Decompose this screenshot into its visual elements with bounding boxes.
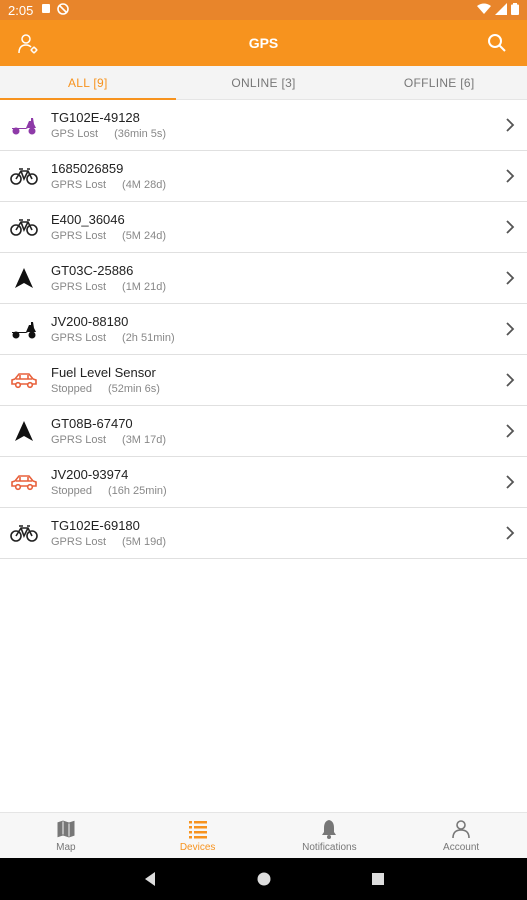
device-status: GPRS Lost (5M 24d) [51, 230, 527, 242]
navigation-arrow-icon [10, 417, 38, 445]
back-icon[interactable] [142, 871, 158, 887]
status-duration: (5M 24d) [122, 230, 167, 242]
chevron-right-icon [505, 525, 515, 541]
status-text: GPRS Lost [51, 281, 107, 293]
user-settings-icon[interactable] [16, 32, 40, 56]
chevron-right-icon [505, 168, 515, 184]
status-duration: (36min 5s) [114, 128, 167, 140]
device-status: GPRS Lost (1M 21d) [51, 281, 527, 293]
status-duration: (1M 21d) [122, 281, 167, 293]
nav-account-label: Account [443, 842, 480, 853]
device-name: JV200-93974 [51, 467, 129, 482]
tab-all[interactable]: ALL [9] [0, 66, 176, 100]
tab-online[interactable]: ONLINE [3] [176, 66, 352, 99]
device-row[interactable]: JV200-88180 GPRS Lost (2h 51min) [0, 304, 527, 355]
device-row[interactable]: 1685026859 GPRS Lost (4M 28d) [0, 151, 527, 202]
list-icon [188, 821, 207, 839]
device-status: Stopped (16h 25min) [51, 485, 527, 497]
status-text: GPS Lost [51, 128, 99, 140]
status-duration: (5M 19d) [122, 536, 167, 548]
nav-map-label: Map [56, 842, 76, 853]
status-text: GPRS Lost [51, 332, 107, 344]
chevron-right-icon [505, 321, 515, 337]
chevron-right-icon [505, 270, 515, 286]
person-icon [452, 820, 470, 839]
filter-tabs: ALL [9] ONLINE [3] OFFLINE [6] [0, 66, 527, 100]
wifi-icon [477, 3, 491, 18]
cell-signal-icon [495, 2, 507, 18]
device-row[interactable]: JV200-93974 Stopped (16h 25min) [0, 457, 527, 508]
car-icon [10, 366, 38, 394]
scooter-icon [10, 315, 38, 343]
do-not-disturb-icon [57, 2, 70, 18]
status-duration: (2h 51min) [122, 332, 175, 344]
nav-notifications-label: Notifications [302, 842, 357, 853]
home-icon[interactable] [256, 871, 272, 887]
device-name: 1685026859 [51, 161, 124, 176]
bicycle-icon [10, 213, 38, 241]
device-name: TG102E-69180 [51, 518, 140, 533]
device-row[interactable]: TG102E-69180 GPRS Lost (5M 19d) [0, 508, 527, 559]
status-text: GPRS Lost [51, 230, 107, 242]
device-list: TG102E-49128 GPS Lost (36min 5s) 16850268… [0, 100, 527, 559]
chevron-right-icon [505, 117, 515, 133]
bicycle-icon [10, 519, 38, 547]
device-row[interactable]: E400_36046 GPRS Lost (5M 24d) [0, 202, 527, 253]
status-duration: (52min 6s) [107, 383, 160, 395]
device-status: GPRS Lost (5M 19d) [51, 536, 527, 548]
device-row[interactable]: GT08B-67470 GPRS Lost (3M 17d) [0, 406, 527, 457]
nav-map[interactable]: Map [0, 813, 132, 858]
app-title: GPS [248, 35, 279, 51]
status-text: GPRS Lost [51, 179, 107, 191]
device-row[interactable]: GT03C-25886 GPRS Lost (1M 21d) [0, 253, 527, 304]
search-icon[interactable] [487, 33, 507, 53]
map-icon [56, 819, 76, 839]
status-time: 2:05 [8, 2, 34, 18]
status-text: Stopped [51, 485, 92, 497]
status-text: GPRS Lost [51, 434, 107, 446]
device-status: GPRS Lost (2h 51min) [51, 332, 527, 344]
system-nav-bar [0, 858, 527, 900]
battery-icon [511, 2, 519, 18]
device-name: GT03C-25886 [51, 263, 134, 278]
device-status: Stopped (52min 6s) [51, 383, 527, 395]
device-status: GPRS Lost (3M 17d) [51, 434, 527, 446]
bell-icon [322, 820, 337, 839]
chevron-right-icon [505, 474, 515, 490]
navigation-arrow-icon [10, 264, 38, 292]
notification-icon [41, 3, 51, 17]
device-row[interactable]: TG102E-49128 GPS Lost (36min 5s) [0, 100, 527, 151]
device-name: TG102E-49128 [51, 110, 140, 125]
device-name: JV200-88180 [51, 314, 129, 329]
status-duration: (16h 25min) [107, 485, 167, 497]
status-text: GPRS Lost [51, 536, 107, 548]
car-icon [10, 468, 38, 496]
bicycle-icon [10, 162, 38, 190]
device-name: E400_36046 [51, 212, 125, 227]
status-text: Stopped [51, 383, 92, 395]
recents-icon[interactable] [370, 871, 386, 887]
nav-notifications[interactable]: Notifications [264, 813, 396, 858]
nav-devices-label: Devices [179, 842, 216, 853]
bottom-nav: Map Devices Notifications Account [0, 812, 527, 858]
status-duration: (3M 17d) [122, 434, 167, 446]
device-row[interactable]: Fuel Level Sensor Stopped (52min 6s) [0, 355, 527, 406]
chevron-right-icon [505, 423, 515, 439]
status-bar: 2:05 [0, 0, 527, 20]
chevron-right-icon [505, 219, 515, 235]
app-bar: GPS [0, 20, 527, 66]
nav-devices[interactable]: Devices [132, 813, 264, 858]
nav-account[interactable]: Account [395, 813, 527, 858]
device-status: GPRS Lost (4M 28d) [51, 179, 527, 191]
tab-offline[interactable]: OFFLINE [6] [351, 66, 527, 99]
device-name: GT08B-67470 [51, 416, 133, 431]
chevron-right-icon [505, 372, 515, 388]
scooter-icon [10, 111, 38, 139]
status-duration: (4M 28d) [122, 179, 167, 191]
device-name: Fuel Level Sensor [51, 365, 156, 380]
device-status: GPS Lost (36min 5s) [51, 128, 527, 140]
